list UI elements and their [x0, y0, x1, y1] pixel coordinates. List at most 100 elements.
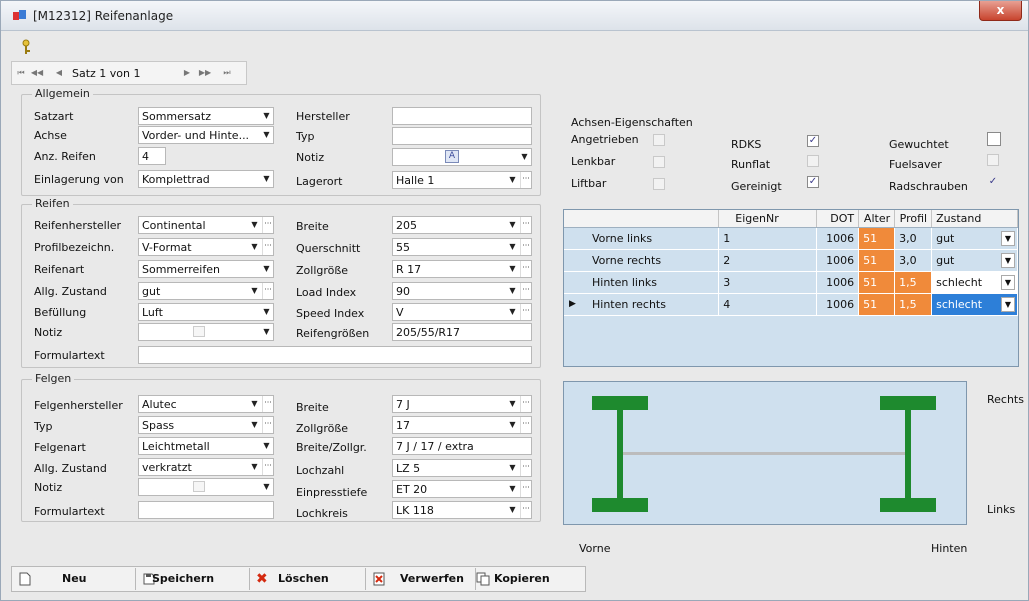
cell-zustand[interactable]: gut ▼	[931, 249, 1018, 272]
more-icon[interactable]: ···	[520, 304, 531, 320]
delete-button[interactable]: ✖ Löschen	[250, 568, 366, 590]
select-einlagerung[interactable]: Komplettrad ▼	[138, 170, 274, 188]
tire-front-left[interactable]	[592, 498, 648, 512]
discard-button[interactable]: Verwerfen	[366, 568, 476, 590]
chevron-down-icon[interactable]: ▼	[249, 217, 260, 233]
cell-alter[interactable]: 51	[858, 227, 896, 250]
chevron-down-icon[interactable]: ▼	[507, 417, 518, 433]
table-row[interactable]: Hinten links 3 1006 51 1,5 schlecht ▼	[564, 271, 1018, 294]
input-reifengroessen[interactable]: 205/55/R17	[392, 323, 532, 341]
next-page-icon[interactable]: ▶▶	[198, 66, 212, 80]
notiz-field[interactable]: A ▼	[392, 148, 532, 166]
select-felgen-typ[interactable]: Spass ▼ ···	[138, 416, 274, 434]
checkbox-runflat[interactable]	[807, 155, 819, 167]
chevron-down-icon[interactable]: ▼	[1001, 252, 1015, 268]
chevron-down-icon[interactable]: ▼	[1001, 296, 1015, 312]
more-icon[interactable]: ···	[520, 283, 531, 299]
checkbox-gereinigt[interactable]: ✓	[807, 176, 819, 188]
reifen-notiz-field[interactable]: ▼	[138, 323, 274, 341]
cell-eigennr[interactable]: 4	[718, 293, 818, 316]
select-speed-index[interactable]: V ▼ ···	[392, 303, 532, 321]
chevron-down-icon[interactable]: ▼	[261, 261, 272, 277]
checkbox-gewuchtet[interactable]	[987, 132, 1001, 146]
chevron-down-icon[interactable]: ▼	[507, 460, 518, 476]
chevron-down-icon[interactable]: ▼	[261, 324, 272, 340]
chevron-down-icon[interactable]: ▼	[507, 283, 518, 299]
cell-dot[interactable]: 1006	[816, 249, 860, 272]
chevron-down-icon[interactable]: ▼	[507, 481, 518, 497]
note-icon[interactable]	[193, 326, 205, 337]
chevron-down-icon[interactable]: ▼	[507, 239, 518, 255]
chevron-down-icon[interactable]: ▼	[261, 127, 272, 143]
more-icon[interactable]: ···	[262, 239, 273, 255]
first-record-icon[interactable]: ⏮	[14, 66, 28, 80]
checkbox-fuelsaver[interactable]	[987, 154, 999, 166]
checkbox-lenkbar[interactable]	[653, 156, 665, 168]
chevron-down-icon[interactable]: ▼	[261, 438, 272, 454]
select-profil[interactable]: V-Format ▼ ···	[138, 238, 274, 256]
key-icon[interactable]	[19, 39, 33, 55]
col-header-position[interactable]	[564, 210, 720, 228]
note-icon[interactable]	[193, 481, 205, 492]
cell-position[interactable]: Vorne rechts	[564, 249, 720, 272]
select-load-index[interactable]: 90 ▼ ···	[392, 282, 532, 300]
more-icon[interactable]: ···	[262, 217, 273, 233]
tire-rear-right[interactable]	[880, 396, 936, 410]
tire-rear-left[interactable]	[880, 498, 936, 512]
more-icon[interactable]: ···	[262, 396, 273, 412]
select-einpresstiefe[interactable]: ET 20 ▼ ···	[392, 480, 532, 498]
select-felgenhersteller[interactable]: Alutec ▼ ···	[138, 395, 274, 413]
checkbox-liftbar[interactable]	[653, 178, 665, 190]
tire-front-right[interactable]	[592, 396, 648, 410]
chevron-down-icon[interactable]: ▼	[261, 479, 272, 495]
more-icon[interactable]: ···	[520, 396, 531, 412]
select-reifenart[interactable]: Sommerreifen ▼	[138, 260, 274, 278]
chevron-down-icon[interactable]: ▼	[261, 304, 272, 320]
col-header-dot[interactable]: DOT	[816, 210, 860, 228]
select-lochzahl[interactable]: LZ 5 ▼ ···	[392, 459, 532, 477]
table-row[interactable]: Vorne links 1 1006 51 3,0 gut ▼	[564, 227, 1018, 250]
chevron-down-icon[interactable]: ▼	[1001, 274, 1015, 290]
cell-zustand[interactable]: schlecht ▼	[931, 293, 1018, 316]
more-icon[interactable]: ···	[520, 502, 531, 518]
chevron-down-icon[interactable]: ▼	[507, 261, 518, 277]
new-button[interactable]: Neu	[12, 568, 136, 590]
save-button[interactable]: Speichern	[136, 568, 250, 590]
prev-record-icon[interactable]: ◀	[52, 66, 66, 80]
select-reifen-breite[interactable]: 205 ▼ ···	[392, 216, 532, 234]
more-icon[interactable]: ···	[520, 460, 531, 476]
more-icon[interactable]: ···	[520, 172, 531, 188]
cell-dot[interactable]: 1006	[816, 293, 860, 316]
checkbox-rdks[interactable]: ✓	[807, 135, 819, 147]
cell-dot[interactable]: 1006	[816, 271, 860, 294]
input-felgen-formulartext[interactable]	[138, 501, 274, 519]
select-reifenhersteller[interactable]: Continental ▼ ···	[138, 216, 274, 234]
select-achse[interactable]: Vorder- und Hinte... ▼	[138, 126, 274, 144]
cell-dot[interactable]: 1006	[816, 227, 860, 250]
more-icon[interactable]: ···	[262, 459, 273, 475]
select-felgen-zustand[interactable]: verkratzt ▼ ···	[138, 458, 274, 476]
col-header-eigennr[interactable]: EigenNr	[718, 210, 818, 228]
text-edit-icon[interactable]: A	[445, 150, 459, 163]
chevron-down-icon[interactable]: ▼	[249, 396, 260, 412]
close-button[interactable]: x	[979, 1, 1022, 21]
chevron-down-icon[interactable]: ▼	[249, 239, 260, 255]
cell-alter[interactable]: 51	[858, 249, 896, 272]
next-record-icon[interactable]: ▶	[180, 66, 194, 80]
cell-profil[interactable]: 1,5	[894, 271, 933, 294]
cell-profil[interactable]: 3,0	[894, 227, 933, 250]
cell-position[interactable]: Vorne links	[564, 227, 720, 250]
select-felgenart[interactable]: Leichtmetall ▼	[138, 437, 274, 455]
col-header-alter[interactable]: Alter	[858, 210, 896, 228]
more-icon[interactable]: ···	[520, 217, 531, 233]
table-row[interactable]: ▶ Hinten rechts 4 1006 51 1,5 schlecht ▼	[564, 293, 1018, 316]
chevron-down-icon[interactable]: ▼	[1001, 230, 1015, 246]
more-icon[interactable]: ···	[520, 239, 531, 255]
input-typ[interactable]	[392, 127, 532, 145]
select-reifen-zoll[interactable]: R 17 ▼ ···	[392, 260, 532, 278]
cell-alter[interactable]: 51	[858, 271, 896, 294]
select-lochkreis[interactable]: LK 118 ▼ ···	[392, 501, 532, 519]
select-felgen-breite[interactable]: 7 J ▼ ···	[392, 395, 532, 413]
col-header-zustand[interactable]: Zustand	[931, 210, 1018, 228]
chevron-down-icon[interactable]: ▼	[249, 459, 260, 475]
